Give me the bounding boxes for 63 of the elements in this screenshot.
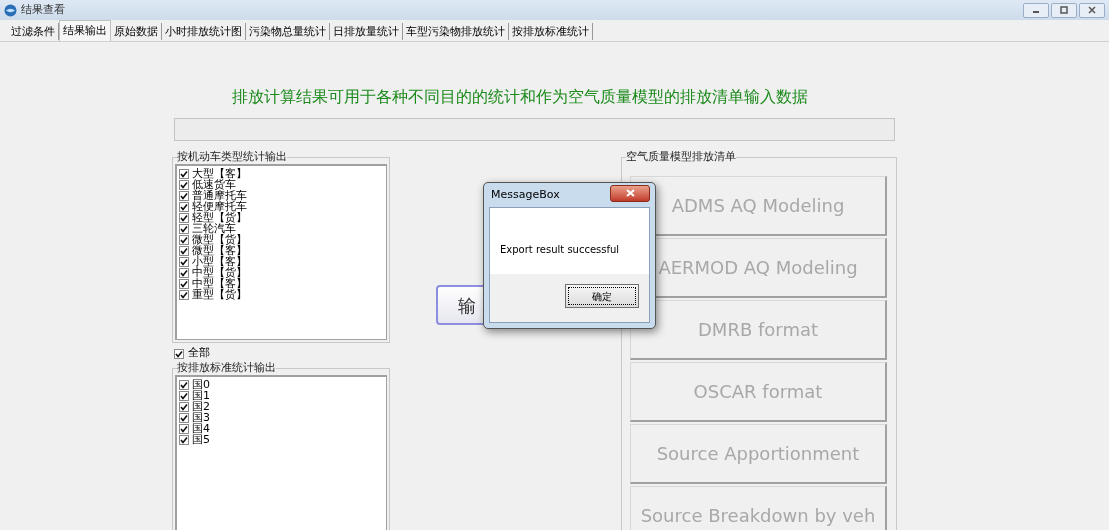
checkbox[interactable] bbox=[179, 256, 189, 267]
checklist[interactable]: 国0 国1 国2 国3 国4 国5 bbox=[175, 375, 387, 530]
checklist-item[interactable]: 中型【货】 bbox=[192, 267, 247, 278]
checkbox-label[interactable]: 全部 bbox=[188, 345, 210, 362]
checkbox[interactable] bbox=[179, 289, 189, 300]
checklist-item[interactable]: 微型【货】 bbox=[192, 234, 247, 245]
tab[interactable]: 原始数据 bbox=[111, 23, 162, 40]
minimize-button[interactable] bbox=[1023, 2, 1049, 18]
dialog-title: MessageBox bbox=[491, 186, 560, 203]
checkbox[interactable] bbox=[179, 190, 189, 201]
tab[interactable]: 小时排放统计图 bbox=[162, 23, 246, 40]
group-title: 按机动车类型统计输出 bbox=[177, 151, 287, 163]
checkbox[interactable] bbox=[179, 179, 189, 190]
checklist-item[interactable]: 三轮汽车 bbox=[192, 223, 236, 234]
group-title: 按排放标准统计输出 bbox=[177, 362, 276, 374]
close-icon bbox=[625, 189, 635, 197]
tab[interactable]: 日排放量统计 bbox=[330, 23, 403, 40]
window-title: 结果查看 bbox=[21, 1, 65, 18]
tab[interactable]: 污染物总量统计 bbox=[246, 23, 330, 40]
checklist[interactable]: 大型【客】 低速货车 普通摩托车 轻便摩托车 轻型【货】 三轮汽车 微型【货】 微型【客】 小型【客】 中型【货】 中型【客】 重型【货】 bbox=[175, 164, 387, 340]
checklist-item[interactable]: 大型【客】 bbox=[192, 168, 247, 179]
dialog-message: Export result successful bbox=[500, 244, 620, 255]
checkbox[interactable] bbox=[179, 212, 189, 223]
checklist-item[interactable]: 小型【客】 bbox=[192, 256, 247, 267]
checklist-item[interactable]: 微型【客】 bbox=[192, 245, 247, 256]
tab[interactable]: 按排放标准统计 bbox=[509, 23, 593, 40]
checklist-item[interactable]: 重型【货】 bbox=[192, 289, 247, 300]
app-icon bbox=[4, 3, 17, 17]
checklist-item[interactable]: 中型【客】 bbox=[192, 278, 247, 289]
maximize-button[interactable] bbox=[1051, 2, 1077, 18]
checklist-item[interactable]: 普通摩托车 bbox=[192, 190, 247, 201]
checklist-item[interactable]: 国1 bbox=[192, 390, 210, 401]
checklist-item[interactable]: 国2 bbox=[192, 401, 210, 412]
checkbox[interactable] bbox=[179, 390, 189, 401]
checkbox[interactable] bbox=[179, 201, 189, 212]
checklist-item[interactable]: 国0 bbox=[192, 379, 210, 390]
group-title: 空气质量模型排放清单 bbox=[626, 151, 736, 163]
checkbox[interactable] bbox=[179, 168, 189, 179]
checkbox[interactable] bbox=[174, 348, 184, 359]
checkbox[interactable] bbox=[179, 423, 189, 434]
close-icon bbox=[1087, 6, 1097, 14]
checkbox[interactable] bbox=[179, 278, 189, 289]
checkbox[interactable] bbox=[179, 234, 189, 245]
checkbox[interactable] bbox=[179, 379, 189, 390]
tab[interactable]: 车型污染物排放统计 bbox=[403, 23, 509, 40]
close-button[interactable] bbox=[1079, 2, 1105, 18]
checklist-item[interactable]: 国4 bbox=[192, 423, 210, 434]
ok-button[interactable]: 确定 bbox=[565, 284, 639, 308]
checkbox[interactable] bbox=[179, 434, 189, 445]
tab[interactable]: 结果输出 bbox=[59, 20, 111, 41]
maximize-icon bbox=[1059, 6, 1069, 14]
checklist-item[interactable]: 低速货车 bbox=[192, 179, 236, 190]
checklist-item[interactable]: 轻便摩托车 bbox=[192, 201, 247, 212]
heading: 排放计算结果可用于各种不同目的的统计和作为空气质量模型的排放清单输入数据 bbox=[232, 86, 809, 108]
checkbox[interactable] bbox=[179, 267, 189, 278]
checkbox[interactable] bbox=[179, 223, 189, 234]
checklist-item[interactable]: 国3 bbox=[192, 412, 210, 423]
checklist-item[interactable]: 轻型【货】 bbox=[192, 212, 247, 223]
checkbox[interactable] bbox=[179, 401, 189, 412]
checklist-item[interactable]: 国5 bbox=[192, 434, 210, 445]
checkbox[interactable] bbox=[179, 245, 189, 256]
checkbox[interactable] bbox=[179, 412, 189, 423]
close-button[interactable] bbox=[610, 184, 650, 202]
